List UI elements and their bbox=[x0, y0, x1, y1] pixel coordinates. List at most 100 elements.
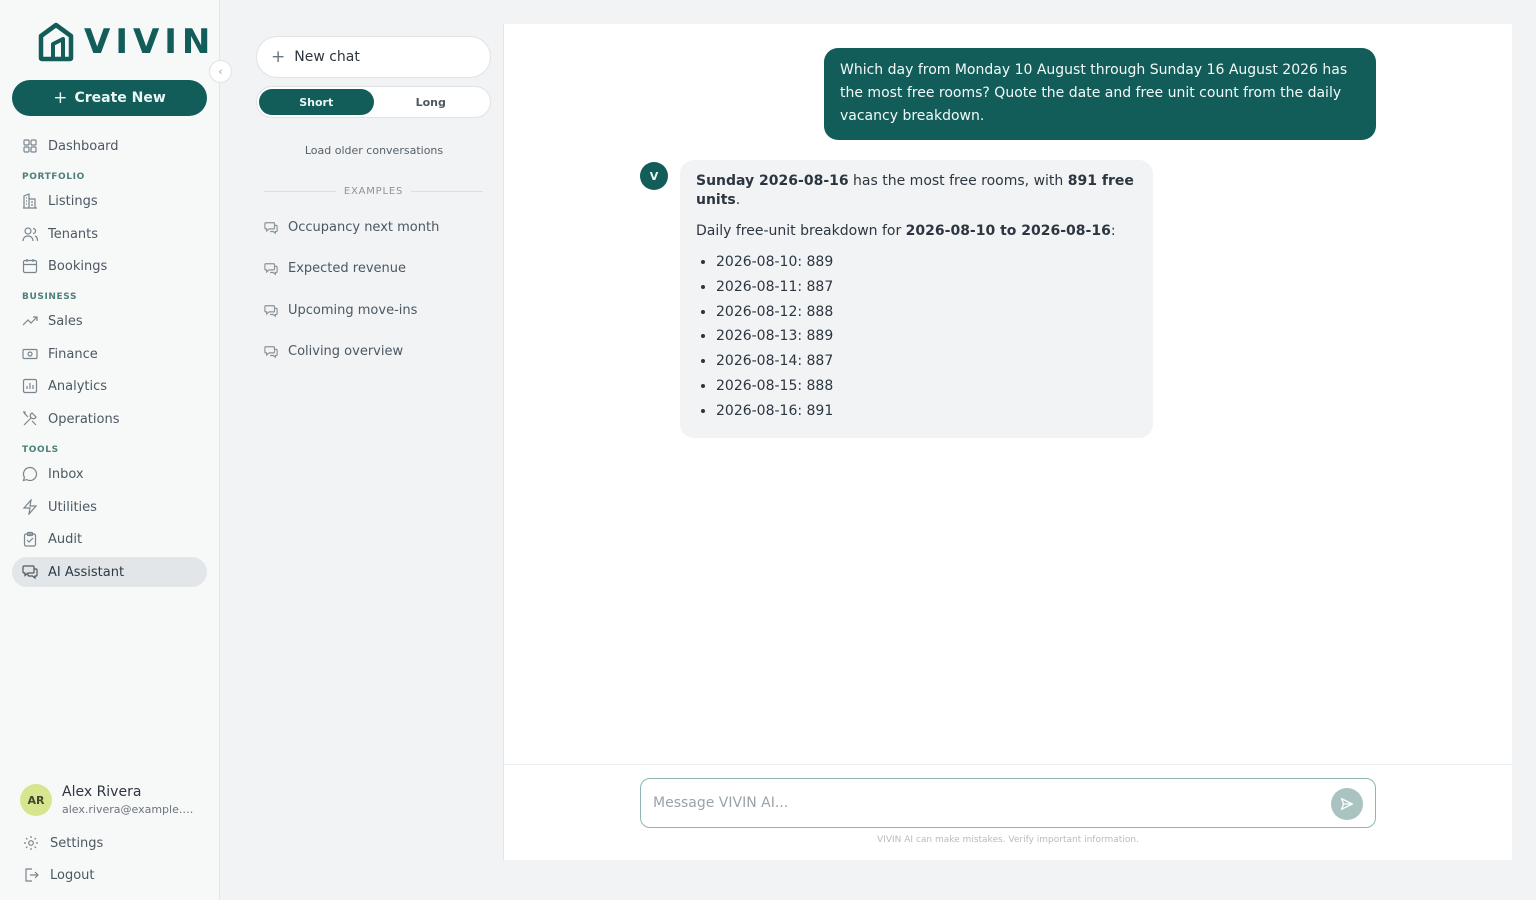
example-item[interactable]: Occupancy next month bbox=[264, 220, 439, 235]
create-new-button[interactable]: + Create New bbox=[12, 80, 207, 116]
example-label: Coliving overview bbox=[288, 344, 404, 359]
answer-text: . bbox=[735, 192, 741, 208]
trending-up-icon bbox=[21, 312, 39, 330]
chat-area: Which day from Monday 10 August through … bbox=[504, 24, 1512, 860]
example-item[interactable]: Upcoming move-ins bbox=[264, 303, 417, 318]
sidebar-item-finance[interactable]: Finance bbox=[12, 339, 207, 369]
send-button[interactable] bbox=[1331, 788, 1363, 820]
chat-bubbles-icon bbox=[21, 563, 39, 581]
sidebar-item-inbox[interactable]: Inbox bbox=[12, 459, 207, 489]
sidebar-item-label: Bookings bbox=[48, 258, 108, 274]
breakdown-range: 2026-08-10 to 2026-08-16 bbox=[905, 223, 1111, 239]
collapse-sidebar-button[interactable]: ‹ bbox=[209, 60, 232, 83]
sidebar-item-label: Inbox bbox=[48, 466, 84, 482]
sidebar-item-label: Utilities bbox=[48, 499, 97, 515]
answer-best-day: Sunday 2026-08-16 bbox=[696, 173, 849, 189]
new-chat-button[interactable]: + New chat bbox=[256, 36, 491, 78]
user-email: alex.rivera@example.c... bbox=[62, 803, 197, 816]
sidebar-item-label: Finance bbox=[48, 346, 98, 362]
divider-line bbox=[411, 191, 483, 192]
sidebar-item-label: Tenants bbox=[48, 226, 99, 242]
sidebar: VIVIN ‹ + Create New Dashboard PORTFOLIO… bbox=[0, 0, 232, 900]
load-older-link[interactable]: Load older conversations bbox=[244, 144, 504, 157]
tools-icon bbox=[21, 410, 39, 428]
new-chat-label: New chat bbox=[294, 49, 360, 65]
example-label: Expected revenue bbox=[288, 261, 407, 276]
list-item: 2026-08-15: 888 bbox=[716, 374, 1137, 399]
logout-label: Logout bbox=[50, 867, 95, 883]
plus-icon: + bbox=[53, 88, 68, 108]
example-label: Occupancy next month bbox=[288, 220, 440, 235]
sidebar-item-analytics[interactable]: Analytics bbox=[12, 371, 207, 401]
toggle-short[interactable]: Short bbox=[259, 89, 374, 115]
sidebar-item-operations[interactable]: Operations bbox=[12, 404, 207, 434]
chevron-left-icon: ‹ bbox=[218, 65, 223, 78]
sidebar-item-tenants[interactable]: Tenants bbox=[12, 219, 207, 249]
example-item[interactable]: Coliving overview bbox=[264, 344, 403, 359]
example-label: Upcoming move-ins bbox=[288, 303, 418, 318]
answer-summary: Sunday 2026-08-16 has the most free room… bbox=[696, 172, 1137, 210]
conversation-panel: + New chat Short Long Load older convers… bbox=[244, 24, 504, 860]
user-message-bubble: Which day from Monday 10 August through … bbox=[824, 48, 1376, 140]
chat-bubbles-icon bbox=[264, 304, 278, 318]
section-label-tools: TOOLS bbox=[22, 445, 59, 455]
logo[interactable]: VIVIN bbox=[36, 22, 215, 62]
sidebar-item-dashboard[interactable]: Dashboard bbox=[12, 131, 207, 161]
toggle-long[interactable]: Long bbox=[374, 89, 489, 115]
logo-wordmark: VIVIN bbox=[84, 22, 216, 62]
calendar-icon bbox=[21, 257, 39, 275]
list-item: 2026-08-12: 888 bbox=[716, 300, 1137, 325]
sidebar-item-listings[interactable]: Listings bbox=[12, 186, 207, 216]
list-item: 2026-08-13: 889 bbox=[716, 324, 1137, 349]
chat-bubbles-icon bbox=[264, 345, 278, 359]
grid-icon bbox=[21, 137, 39, 155]
send-icon bbox=[1340, 797, 1354, 811]
user-profile[interactable]: AR Alex Rivera alex.rivera@example.c... bbox=[20, 784, 197, 816]
assistant-message-bubble: Sunday 2026-08-16 has the most free room… bbox=[680, 160, 1153, 438]
message-input[interactable] bbox=[653, 791, 1313, 815]
list-item: 2026-08-16: 891 bbox=[716, 399, 1137, 424]
assistant-avatar: V bbox=[640, 162, 668, 190]
example-item[interactable]: Expected revenue bbox=[264, 261, 406, 276]
buildings-icon bbox=[21, 192, 39, 210]
sidebar-item-label: Analytics bbox=[48, 378, 108, 394]
sidebar-item-label: Operations bbox=[48, 411, 120, 427]
user-name: Alex Rivera bbox=[62, 784, 142, 800]
section-label-business: BUSINESS bbox=[22, 292, 78, 302]
logout-link[interactable]: Logout bbox=[22, 866, 95, 884]
sidebar-item-audit[interactable]: Audit bbox=[12, 524, 207, 554]
sidebar-item-label: AI Assistant bbox=[48, 564, 125, 580]
settings-label: Settings bbox=[50, 835, 104, 851]
bar-chart-icon bbox=[21, 377, 39, 395]
create-new-label: Create New bbox=[74, 90, 166, 106]
settings-link[interactable]: Settings bbox=[22, 834, 103, 852]
composer bbox=[640, 778, 1376, 828]
avatar: AR bbox=[20, 784, 52, 816]
breakdown-list: 2026-08-10: 889 2026-08-11: 887 2026-08-… bbox=[696, 250, 1137, 424]
sidebar-item-label: Listings bbox=[48, 193, 98, 209]
sidebar-item-label: Audit bbox=[48, 531, 83, 547]
sidebar-item-bookings[interactable]: Bookings bbox=[12, 251, 207, 281]
disclaimer: VIVIN AI can make mistakes. Verify impor… bbox=[877, 835, 1139, 845]
breakdown-intro: Daily free-unit breakdown for 2026-08-10… bbox=[696, 222, 1137, 241]
breakdown-intro-text: Daily free-unit breakdown for bbox=[696, 223, 906, 239]
gear-icon bbox=[22, 834, 40, 852]
clipboard-icon bbox=[21, 530, 39, 548]
sidebar-item-label: Sales bbox=[48, 313, 83, 329]
chat-bubbles-icon bbox=[264, 262, 278, 276]
plus-icon: + bbox=[271, 47, 286, 67]
banknote-icon bbox=[21, 345, 39, 363]
sidebar-item-sales[interactable]: Sales bbox=[12, 306, 207, 336]
users-icon bbox=[21, 225, 39, 243]
composer-area: VIVIN AI can make mistakes. Verify impor… bbox=[504, 764, 1512, 860]
house-logo-icon bbox=[38, 22, 74, 62]
length-toggle: Short Long bbox=[256, 86, 491, 118]
list-item: 2026-08-14: 887 bbox=[716, 349, 1137, 374]
logout-icon bbox=[22, 866, 40, 884]
zap-icon bbox=[21, 498, 39, 516]
sidebar-item-label: Dashboard bbox=[48, 138, 119, 154]
sidebar-item-ai-assistant[interactable]: AI Assistant bbox=[12, 557, 207, 587]
examples-divider: EXAMPLES bbox=[264, 186, 483, 197]
sidebar-item-utilities[interactable]: Utilities bbox=[12, 492, 207, 522]
breakdown-colon: : bbox=[1110, 223, 1116, 239]
